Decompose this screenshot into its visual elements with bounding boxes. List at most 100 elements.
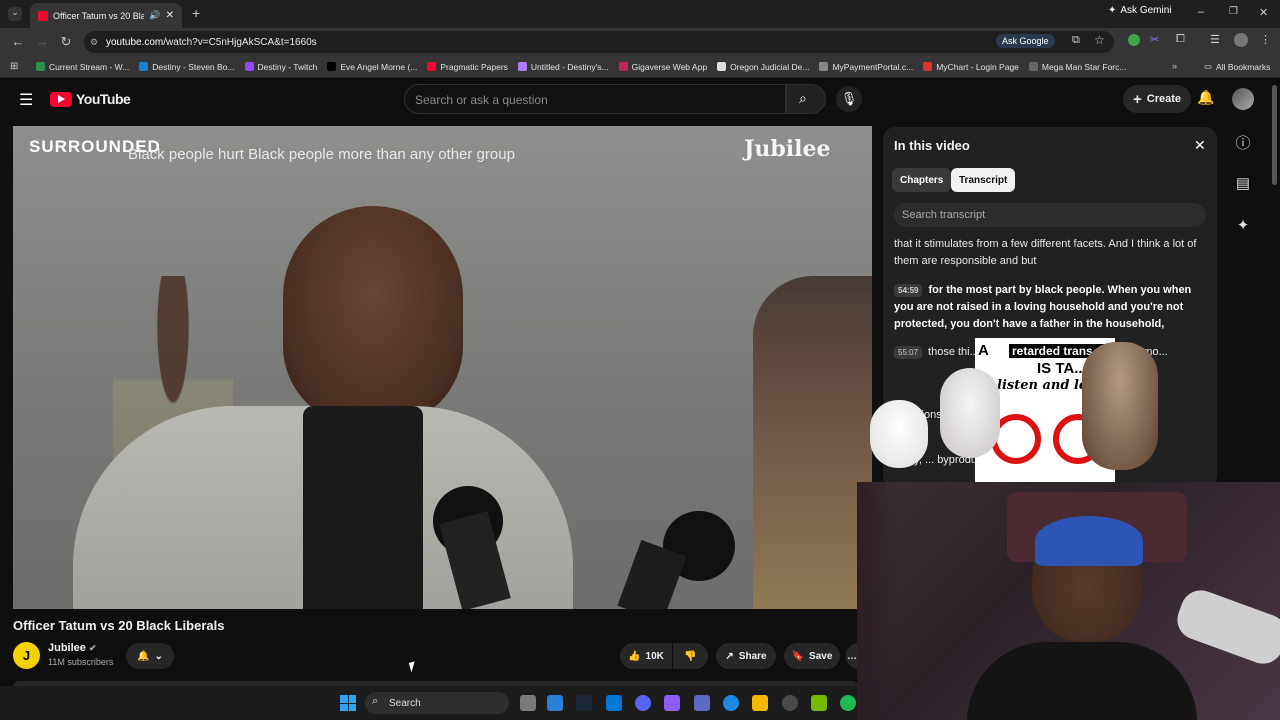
bookmark-item[interactable]: Oregon Judicial De...	[717, 62, 809, 72]
transcript-text: that it stimulates from a few different …	[894, 238, 1197, 267]
plus-icon: +	[1133, 90, 1142, 108]
browser-menu-icon[interactable]: ⋮	[1260, 33, 1271, 46]
chrome-icon[interactable]	[782, 695, 798, 711]
nvidia-icon[interactable]	[811, 695, 827, 711]
tab-search-button[interactable]: ⌄	[8, 7, 22, 21]
video-player[interactable]: SURROUNDED Black people hurt Black peopl…	[13, 126, 872, 609]
extension-icon[interactable]: ✂	[1150, 33, 1159, 46]
account-avatar[interactable]	[1232, 88, 1254, 110]
extension-icon[interactable]	[1128, 34, 1140, 46]
sparkle-icon[interactable]: ✦	[1232, 216, 1254, 238]
bookmark-item[interactable]: Eve Angel Morne (...	[327, 62, 417, 72]
bookmark-item[interactable]: Current Stream - W...	[36, 62, 129, 72]
streamer-hoodie	[967, 642, 1197, 720]
subscription-bell-button[interactable]: 🔔 ⌄	[126, 643, 174, 669]
reading-list-icon[interactable]: ☰	[1210, 33, 1220, 46]
windows-start-icon[interactable]	[340, 695, 356, 711]
tab-close-icon[interactable]: ✕	[166, 10, 174, 21]
all-bookmarks-button[interactable]: ▭ All Bookmarks	[1204, 61, 1270, 72]
search-button[interactable]: ⌕	[786, 84, 826, 114]
more-actions-button[interactable]: …	[846, 643, 858, 669]
taskbar-search[interactable]: ⌕ Search	[365, 692, 509, 714]
speaker-head	[283, 206, 463, 426]
restore-icon[interactable]: ❐	[1229, 6, 1238, 17]
site-info-icon[interactable]: ⚙	[90, 37, 98, 48]
bookmark-item[interactable]: MyPaymentPortal.c...	[819, 62, 913, 72]
apps-grid-icon[interactable]: ⊞	[10, 61, 18, 72]
bookmark-favicon-icon	[517, 62, 527, 71]
widgets-icon[interactable]	[547, 695, 563, 711]
notifications-bell-icon[interactable]: 🔔	[1197, 89, 1214, 106]
new-tab-button[interactable]: +	[192, 5, 200, 21]
bookmark-item[interactable]: Untitled - Destiny's...	[517, 62, 609, 72]
bookmark-label: MyPaymentPortal.c...	[832, 61, 914, 72]
spotify-icon[interactable]	[840, 695, 856, 711]
ask-google-button[interactable]: Ask Google	[996, 34, 1055, 48]
omnibox[interactable]: ⚙ youtube.com/watch?v=C5nHjgAkSCA&t=1660…	[84, 31, 1114, 53]
chat-icon[interactable]: ▤	[1232, 174, 1254, 196]
gemini-icon: ✦	[1108, 5, 1117, 16]
tab-title: Officer Tatum vs 20 Black Li	[53, 10, 145, 21]
more-bookmarks-icon[interactable]: »	[1172, 61, 1177, 71]
bookmark-favicon-icon	[139, 62, 149, 71]
steam-icon[interactable]	[576, 695, 592, 711]
speaker-icon[interactable]: 🔊	[149, 10, 160, 21]
file-explorer-icon[interactable]	[752, 695, 768, 711]
edge-icon[interactable]	[723, 695, 739, 711]
tab-transcript[interactable]: Transcript	[951, 168, 1016, 192]
discord-icon[interactable]	[635, 695, 651, 711]
jubilee-watermark: Jubilee	[744, 136, 831, 162]
transcript-segment[interactable]: that it stimulates from a few different …	[894, 236, 1204, 270]
dislike-button[interactable]: 👎	[673, 643, 708, 669]
bookmark-item[interactable]: Gigaverse Web App	[618, 62, 707, 72]
timestamp: 54:59	[894, 284, 923, 297]
like-count: 10K	[645, 650, 664, 662]
share-button[interactable]: ↗ Share	[716, 643, 776, 669]
back-icon[interactable]: ←	[10, 34, 26, 49]
close-window-icon[interactable]: ✕	[1259, 6, 1268, 19]
install-icon[interactable]: ⧉	[1072, 34, 1080, 47]
extensions-puzzle-icon[interactable]: ⧠	[1176, 33, 1185, 46]
bookmark-item[interactable]: Mega Man Star Forc...	[1028, 62, 1126, 72]
taskbar-search-label: Search	[389, 697, 421, 709]
ask-gemini-button[interactable]: ✦ Ask Gemini	[1108, 5, 1172, 16]
bookmark-item[interactable]: Pragmatic Papers	[427, 62, 508, 72]
hamburger-menu-icon[interactable]: ☰	[19, 90, 33, 110]
channel-name[interactable]: Jubilee ✔	[48, 642, 97, 654]
bookmark-item[interactable]: Destiny - Twitch	[244, 62, 317, 72]
bookmark-item[interactable]: Destiny - Steven Bo...	[139, 62, 235, 72]
create-button[interactable]: + Create	[1123, 85, 1192, 113]
channel-avatar[interactable]: J	[13, 642, 40, 669]
like-button[interactable]: 👍 10K	[620, 643, 672, 669]
search-input[interactable]: Search or ask a question	[404, 84, 786, 114]
streamer-webcam	[857, 482, 1280, 720]
microphone-icon[interactable]: 🎙	[836, 86, 862, 112]
bell-icon: 🔔	[137, 650, 150, 662]
tab-active[interactable]: Officer Tatum vs 20 Black Li 🔊 ✕	[30, 3, 182, 28]
transcript-segment-active[interactable]: 54:59 for the most part by black people. …	[894, 282, 1204, 333]
photos-icon[interactable]	[606, 695, 622, 711]
bookmark-star-icon[interactable]: ☆	[1094, 33, 1105, 47]
all-bookmarks-label: All Bookmarks	[1216, 61, 1271, 72]
bookmark-favicon-icon	[923, 62, 933, 71]
search-transcript-input[interactable]: Search transcript	[894, 203, 1206, 227]
close-panel-icon[interactable]: ✕	[1194, 137, 1206, 154]
tab-chapters[interactable]: Chapters	[892, 168, 952, 192]
page-scrollbar[interactable]	[1272, 85, 1277, 185]
save-button[interactable]: 🔖 Save	[784, 643, 840, 669]
search-icon: ⌕	[372, 695, 379, 707]
bookmark-item[interactable]: MyChart - Login Page	[923, 62, 1019, 72]
info-icon[interactable]: ⓘ	[1232, 132, 1254, 154]
profile-avatar[interactable]	[1234, 33, 1248, 47]
forward-icon[interactable]: →	[34, 34, 50, 49]
vpn-icon[interactable]	[694, 695, 710, 711]
app-icon[interactable]	[664, 695, 680, 711]
reload-icon[interactable]: ↻	[58, 34, 74, 50]
bookmark-favicon-icon	[36, 62, 45, 71]
task-view-icon[interactable]	[520, 695, 536, 711]
bookmark-label: Current Stream - W...	[49, 61, 130, 72]
youtube-logo[interactable]: YouTube	[50, 91, 131, 107]
share-label: Share	[738, 650, 767, 662]
ask-gemini-label: Ask Gemini	[1120, 5, 1172, 16]
minimize-icon[interactable]: –	[1198, 6, 1204, 18]
